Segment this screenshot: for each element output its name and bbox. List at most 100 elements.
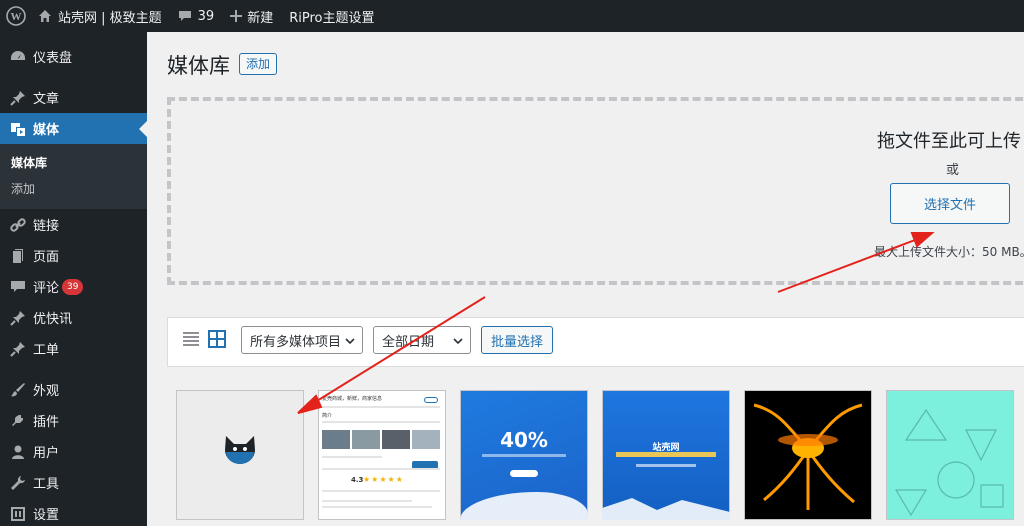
sidebar-item-label: 工单 — [33, 343, 60, 358]
sidebar-item-settings[interactable]: 设置 — [0, 498, 147, 526]
grid-view-icon[interactable] — [208, 330, 226, 352]
doc-line — [322, 421, 440, 423]
theme-settings-link[interactable]: RiPro主题设置 — [281, 0, 382, 32]
pushpin-icon — [8, 308, 28, 328]
plus-icon — [230, 10, 243, 22]
comments-badge: 39 — [62, 278, 84, 295]
promo-wave — [460, 492, 588, 520]
promo-text-line — [482, 454, 566, 457]
link-icon — [8, 215, 28, 235]
sidebar-item-label: 优快讯 — [33, 312, 73, 327]
site-name: 站壳网 | 极致主题 — [58, 10, 162, 26]
new-label: 新建 — [247, 10, 274, 26]
media-submenu: 媒体库 添加 — [0, 144, 147, 209]
geometric-pattern-image — [894, 408, 1004, 517]
media-thumbnail[interactable]: 爱壳商城，新鲜，商家信息 简介 4.3 ★★★★★ — [318, 390, 446, 520]
comments-count: 39 — [197, 8, 215, 24]
promo-percent: 40% — [500, 428, 548, 452]
cat-avatar-icon — [225, 436, 255, 464]
date-filter-value: 全部日期 — [382, 334, 435, 350]
sidebar-item-label: 用户 — [33, 446, 60, 461]
submenu-media-library[interactable]: 媒体库 — [0, 150, 147, 176]
plugin-icon — [8, 411, 28, 431]
doc-rating: 4.3 — [351, 476, 364, 484]
sidebar-item-label: 链接 — [33, 219, 60, 234]
sidebar-item-youkuaixun[interactable]: 优快讯 — [0, 302, 147, 333]
wordpress-logo-icon[interactable]: W — [0, 0, 32, 32]
sidebar-item-plugins[interactable]: 插件 — [0, 405, 147, 436]
sidebar-item-tickets[interactable]: 工单 — [0, 333, 147, 364]
list-view-icon[interactable] — [182, 330, 200, 352]
sidebar-item-label: 媒体 — [33, 123, 60, 138]
select-files-button[interactable]: 选择文件 — [890, 183, 1010, 224]
upload-dropzone[interactable]: 拖文件至此可上传 或 选择文件 最大上传文件大小：50 MB。 — [167, 97, 1024, 285]
brand-subline — [636, 464, 696, 467]
sidebar-item-media[interactable]: 媒体 — [0, 113, 147, 144]
media-thumbnail[interactable] — [176, 390, 304, 520]
promo-button — [510, 470, 538, 477]
media-thumbnail[interactable]: 站壳网 — [602, 390, 730, 520]
home-icon — [39, 10, 51, 22]
doc-line — [322, 456, 382, 458]
max-upload-size: 最大上传文件大小：50 MB。 — [874, 245, 1024, 259]
media-toolbar: 所有多媒体项目 全部日期 批量选择 — [167, 317, 1024, 367]
doc-tab-text: 简介 — [322, 413, 333, 419]
appearance-icon — [8, 380, 28, 400]
media-thumbnail[interactable] — [744, 390, 872, 520]
sidebar-item-label: 评论 — [33, 281, 60, 296]
doc-stars: ★★★★★ — [363, 475, 404, 484]
sidebar-item-users[interactable]: 用户 — [0, 436, 147, 467]
sidebar-item-label: 插件 — [33, 415, 60, 430]
settings-icon — [8, 504, 28, 524]
sidebar-item-posts[interactable]: 文章 — [0, 82, 147, 113]
sidebar-item-dashboard[interactable]: 仪表盘 — [0, 41, 147, 72]
media-type-filter[interactable]: 所有多媒体项目 — [241, 326, 363, 354]
doc-line — [322, 468, 440, 470]
doc-line — [322, 500, 412, 502]
sidebar-item-label: 页面 — [33, 250, 60, 265]
comment-icon — [178, 11, 191, 21]
doc-line — [322, 506, 432, 508]
dashboard-icon — [8, 47, 28, 67]
date-filter[interactable]: 全部日期 — [373, 326, 471, 354]
sidebar-item-appearance[interactable]: 外观 — [0, 374, 147, 405]
sidebar-item-label: 外观 — [33, 384, 60, 399]
comment-icon — [8, 277, 28, 297]
main-content: 媒体库 添加 拖文件至此可上传 或 选择文件 最大上传文件大小：50 MB。 所… — [147, 32, 1024, 526]
mountain-silhouette — [602, 498, 730, 520]
tools-icon — [8, 473, 28, 493]
theme-settings-label: RiPro主题设置 — [289, 10, 375, 26]
sidebar-item-label: 文章 — [33, 92, 60, 107]
dropzone-title: 拖文件至此可上传 — [877, 131, 1021, 152]
doc-header-text: 爱壳商城，新鲜，商家信息 — [322, 396, 383, 402]
doc-photo-strip — [322, 430, 440, 449]
sidebar-item-label: 仪表盘 — [33, 51, 73, 66]
fire-splash-image — [753, 403, 863, 510]
submenu-add-media[interactable]: 添加 — [0, 176, 147, 202]
doc-line — [322, 406, 440, 408]
sidebar-item-tools[interactable]: 工具 — [0, 467, 147, 498]
sidebar-item-links[interactable]: 链接 — [0, 209, 147, 240]
media-type-filter-value: 所有多媒体项目 — [250, 334, 342, 350]
media-thumbnail[interactable] — [886, 390, 1014, 520]
media-thumbnail[interactable]: 40% — [460, 390, 588, 520]
svg-text:W: W — [11, 11, 22, 23]
doc-pill — [424, 397, 438, 403]
sidebar-item-label: 工具 — [33, 477, 60, 492]
admin-bar: W 站壳网 | 极致主题 39 新建 RiPro主题设置 — [0, 0, 1024, 32]
sidebar-item-label: 设置 — [33, 508, 60, 523]
chevron-down-icon — [453, 338, 463, 345]
page-icon — [8, 246, 28, 266]
sidebar-item-comments[interactable]: 评论 39 — [0, 271, 147, 302]
user-icon — [8, 442, 28, 462]
comments-link[interactable]: 39 — [170, 0, 223, 32]
pushpin-icon — [8, 88, 28, 108]
chevron-down-icon — [345, 338, 355, 345]
dropzone-or: 或 — [946, 163, 960, 178]
pushpin-icon — [8, 339, 28, 359]
add-media-button[interactable]: 添加 — [239, 53, 278, 75]
sidebar-item-pages[interactable]: 页面 — [0, 240, 147, 271]
new-content-link[interactable]: 新建 — [222, 0, 281, 32]
site-name-link[interactable]: 站壳网 | 极致主题 — [32, 0, 170, 32]
bulk-select-button[interactable]: 批量选择 — [481, 326, 554, 354]
